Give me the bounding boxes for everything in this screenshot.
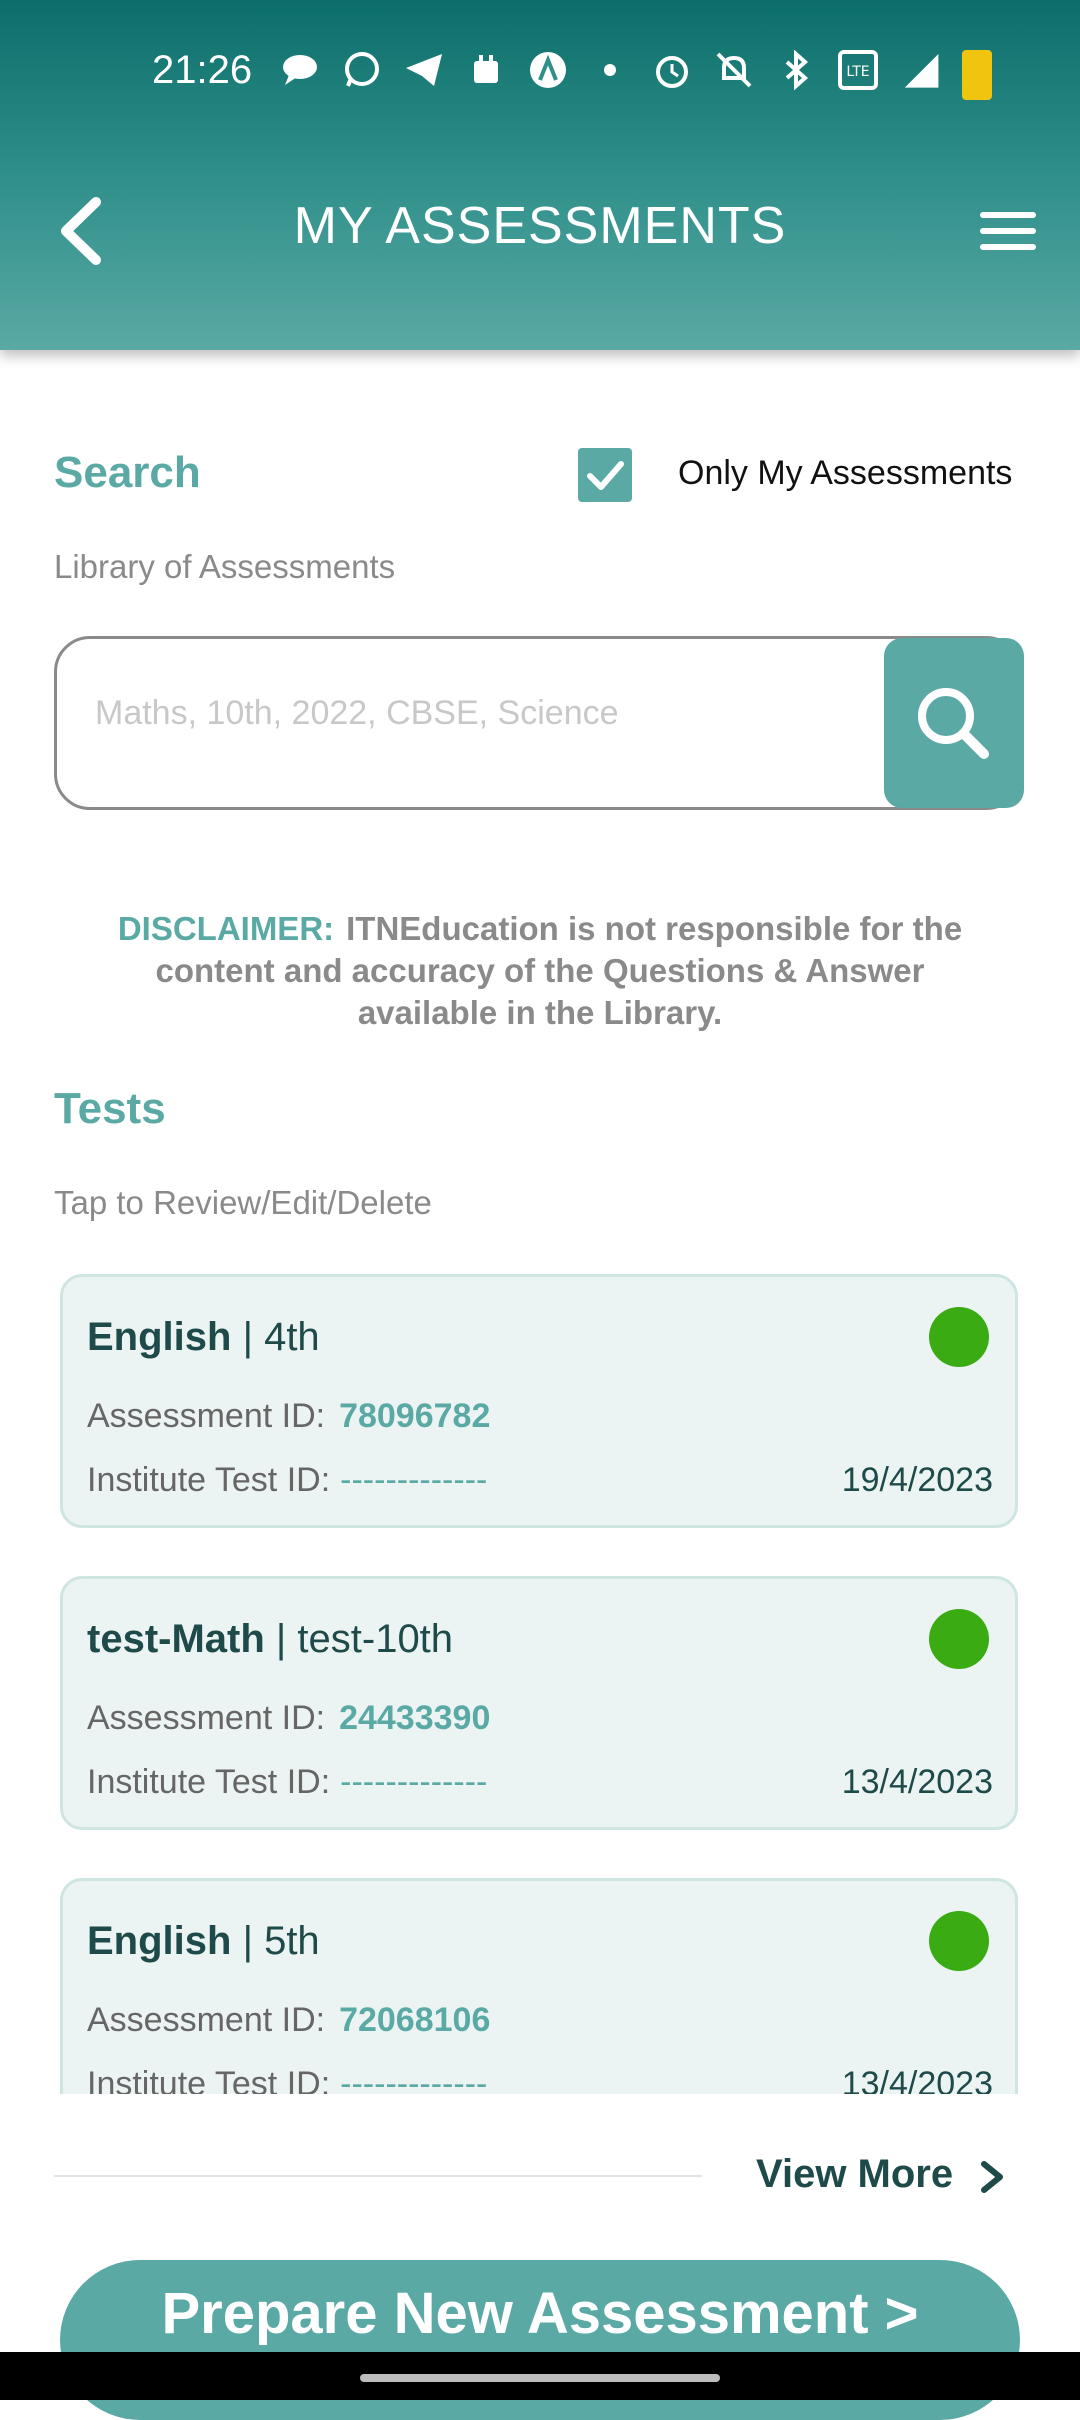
test-card[interactable]: test-Math | test-10th Assessment ID: 2443…: [60, 1576, 1018, 1830]
dot-icon: [590, 50, 630, 90]
test-card-title: test-Math | test-10th: [87, 1617, 453, 1662]
status-icons: LTE: [280, 50, 940, 90]
app-header: 21:26 LTE MY ASSESSMENTS: [0, 0, 1080, 350]
institute-id-row: Institute Test ID: -------------: [87, 2065, 487, 2094]
signal-4g-icon: [900, 50, 940, 90]
page-title: MY ASSESSMENTS: [293, 197, 787, 255]
test-subject: English: [87, 1919, 232, 1963]
status-indicator: [929, 1911, 989, 1971]
assessment-id-value: 72068106: [339, 2001, 491, 2039]
only-my-assessments-label[interactable]: Only My Assessments: [678, 454, 1012, 493]
calendar-icon: [466, 50, 506, 90]
mute-icon: [714, 50, 754, 90]
status-time: 21:26: [152, 48, 253, 92]
chevron-right-icon[interactable]: [978, 2160, 1006, 2194]
checkmark-icon: [587, 461, 624, 490]
search-button[interactable]: [884, 638, 1024, 808]
tests-hint: Tap to Review/Edit/Delete: [54, 1184, 432, 1221]
institute-id-label: Institute Test ID:: [87, 2065, 331, 2094]
battery-icon: [962, 50, 992, 100]
assessment-id-label: Assessment ID:: [87, 1397, 326, 1435]
hamburger-menu-icon[interactable]: [980, 212, 1036, 256]
search-input[interactable]: [93, 693, 857, 734]
test-card-title: English | 4th: [87, 1315, 320, 1360]
search-box: [54, 636, 1022, 810]
only-my-assessments-checkbox[interactable]: [578, 448, 632, 502]
institute-id-label: Institute Test ID:: [87, 1461, 331, 1499]
assessment-id-row: Assessment ID: 24433390: [87, 1699, 490, 1738]
app-icon: [528, 50, 568, 90]
test-subject: English: [87, 1315, 232, 1359]
institute-id-label: Institute Test ID:: [87, 1763, 331, 1801]
test-card-title: English | 5th: [87, 1919, 320, 1964]
alarm-icon: [652, 50, 692, 90]
institute-id-row: Institute Test ID: -------------: [87, 1461, 487, 1500]
library-label: Library of Assessments: [54, 548, 396, 585]
disclaimer: DISCLAIMER: ITNEducation is not responsib…: [100, 908, 980, 1034]
disclaimer-label: DISCLAIMER:: [117, 910, 335, 947]
status-bar: 21:26 LTE: [0, 40, 1080, 110]
test-card[interactable]: English | 5th Assessment ID: 72068106 Ins…: [60, 1878, 1018, 2094]
tests-list: English | 4th Assessment ID: 78096782 Ins…: [0, 1262, 1080, 2094]
institute-id-value: -------------: [340, 1461, 488, 1499]
test-grade: | test-10th: [264, 1617, 454, 1661]
whatsapp-icon: [342, 50, 382, 90]
institute-id-row: Institute Test ID: -------------: [87, 1763, 487, 1802]
bluetooth-icon: [776, 50, 816, 90]
divider: [54, 2175, 702, 2177]
chat-icon: [280, 50, 320, 90]
home-gesture-bar[interactable]: [360, 2374, 720, 2382]
svg-text:LTE: LTE: [846, 64, 869, 80]
test-grade: | 5th: [231, 1919, 320, 1963]
prepare-button-label: Prepare New Assessment >: [161, 2281, 919, 2346]
assessment-id-row: Assessment ID: 72068106: [87, 2001, 490, 2040]
institute-id-value: -------------: [340, 1763, 488, 1801]
test-card[interactable]: English | 4th Assessment ID: 78096782 Ins…: [60, 1274, 1018, 1528]
search-heading: Search: [54, 448, 201, 497]
test-grade: | 4th: [231, 1315, 320, 1359]
tests-heading: Tests: [54, 1084, 166, 1133]
assessment-id-label: Assessment ID:: [87, 2001, 326, 2039]
status-indicator: [929, 1307, 989, 1367]
assessment-id-row: Assessment ID: 78096782: [87, 1397, 490, 1436]
test-date: 13/4/2023: [841, 2065, 993, 2094]
volte-icon: LTE: [838, 50, 878, 90]
assessment-id-value: 24433390: [339, 1699, 491, 1737]
telegram-icon: [404, 50, 444, 90]
test-subject: test-Math: [87, 1617, 265, 1661]
search-icon: [918, 688, 989, 759]
view-more-link[interactable]: View More: [756, 2152, 953, 2197]
test-date: 19/4/2023: [841, 1461, 993, 1499]
assessment-id-value: 78096782: [339, 1397, 491, 1435]
assessment-id-label: Assessment ID:: [87, 1699, 326, 1737]
test-date: 13/4/2023: [841, 1763, 993, 1801]
status-indicator: [929, 1609, 989, 1669]
institute-id-value: -------------: [340, 2065, 488, 2094]
